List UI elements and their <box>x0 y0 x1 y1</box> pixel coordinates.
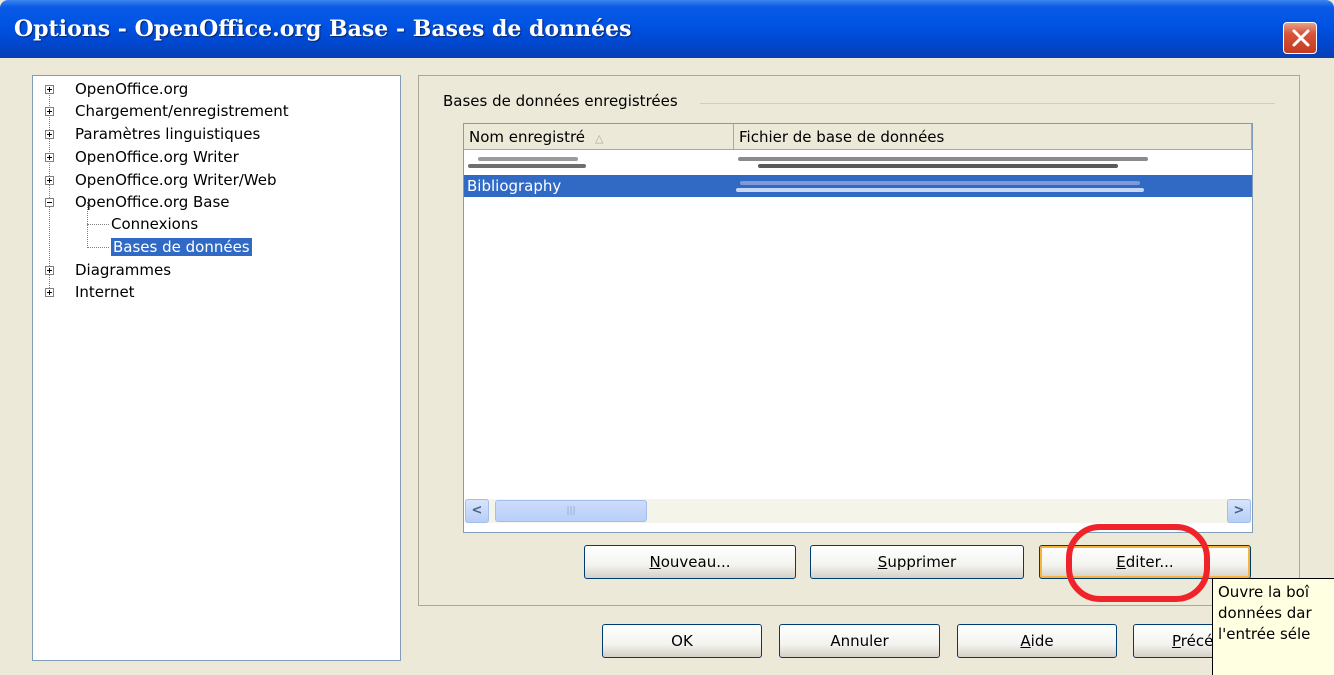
tree-item-openoffice[interactable]: OpenOffice.org <box>75 78 188 100</box>
tooltip-line: données dar <box>1218 604 1312 622</box>
tree-item-base[interactable]: OpenOffice.org Base <box>75 191 230 213</box>
tree-item-internet[interactable]: Internet <box>75 281 135 303</box>
tree-item-language-settings[interactable]: Paramètres linguistiques <box>75 123 260 145</box>
sort-indicator-icon: △ <box>595 132 604 145</box>
expand-icon[interactable] <box>45 176 54 185</box>
table-cell-file <box>734 175 1253 197</box>
tree-item-connections[interactable]: Connexions <box>111 213 198 235</box>
scroll-right-button[interactable]: > <box>1227 499 1251 523</box>
column-header-name[interactable]: Nom enregistré △ <box>464 124 734 150</box>
column-header-file[interactable]: Fichier de base de données <box>734 124 1252 150</box>
tree-item-load-save[interactable]: Chargement/enregistrement <box>75 100 289 122</box>
tree-item-charts[interactable]: Diagrammes <box>75 259 171 281</box>
tree-item-writer-web[interactable]: OpenOffice.org Writer/Web <box>75 169 277 191</box>
horizontal-scrollbar[interactable]: < ||| > <box>465 499 1251 523</box>
close-button[interactable] <box>1283 22 1317 54</box>
table-cell-name: Bibliography <box>467 177 562 195</box>
new-button[interactable]: Nouveau... <box>584 545 796 579</box>
tree-item-databases[interactable]: Bases de données <box>111 236 252 258</box>
title-bar[interactable]: Options - OpenOffice.org Base - Bases de… <box>0 0 1334 58</box>
collapse-icon[interactable] <box>45 198 54 207</box>
close-x-icon <box>1292 29 1310 47</box>
window-title: Options - OpenOffice.org Base - Bases de… <box>14 16 632 42</box>
expand-icon[interactable] <box>45 266 54 275</box>
highlight-annotation <box>1066 524 1210 602</box>
delete-button[interactable]: Supprimer <box>810 545 1024 579</box>
tree-item-databases-label: Bases de données <box>111 238 252 256</box>
cancel-button[interactable]: Annuler <box>779 624 940 658</box>
table-row[interactable] <box>464 153 1252 175</box>
column-header-name-label: Nom enregistré <box>469 128 586 146</box>
group-divider <box>700 103 1275 104</box>
expand-icon[interactable] <box>45 288 54 297</box>
expand-icon[interactable] <box>45 130 54 139</box>
registered-databases-table[interactable]: Nom enregistré △ Fichier de base de donné… <box>463 123 1253 533</box>
edit-tooltip: Ouvre la boî données dar l'entrée séle <box>1212 578 1334 675</box>
expand-icon[interactable] <box>45 107 54 116</box>
options-tree[interactable]: OpenOffice.org Chargement/enregistrement… <box>32 75 401 661</box>
help-button[interactable]: Aide <box>957 624 1117 658</box>
tooltip-line: Ouvre la boî <box>1218 583 1310 601</box>
table-row[interactable]: Bibliography <box>464 175 1252 197</box>
scroll-left-button[interactable]: < <box>465 499 489 523</box>
expand-icon[interactable] <box>45 153 54 162</box>
expand-icon[interactable] <box>45 85 54 94</box>
tree-connector <box>87 224 109 225</box>
tree-item-writer[interactable]: OpenOffice.org Writer <box>75 146 239 168</box>
table-cell-name <box>464 153 735 175</box>
tooltip-line: l'entrée séle <box>1218 625 1311 643</box>
table-cell-file <box>734 153 1253 175</box>
tree-connector <box>49 86 50 292</box>
tree-connector <box>87 247 109 248</box>
scroll-thumb[interactable]: ||| <box>495 500 647 522</box>
group-title: Bases de données enregistrées <box>443 92 684 110</box>
column-header-file-label: Fichier de base de données <box>739 128 945 146</box>
ok-button[interactable]: OK <box>602 624 762 658</box>
options-dialog: Options - OpenOffice.org Base - Bases de… <box>0 0 1334 675</box>
